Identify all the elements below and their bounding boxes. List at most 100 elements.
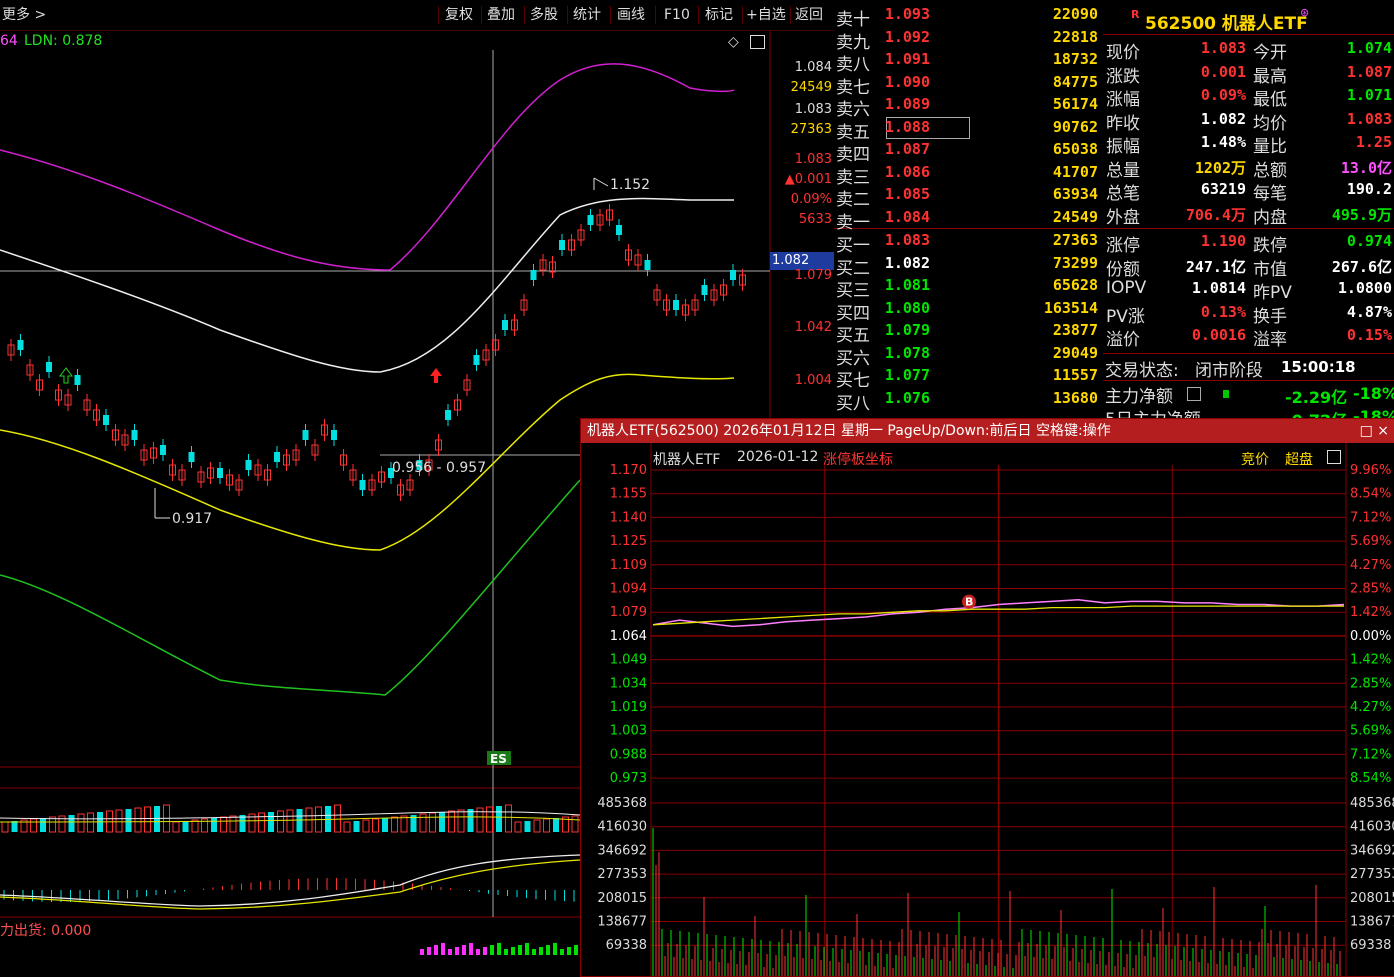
volume-bar	[543, 818, 550, 833]
toolbar-button-draw[interactable]: 画线	[617, 5, 645, 25]
trade-status-value: 闭市阶段	[1195, 361, 1263, 381]
svg-text:ES: ES	[490, 752, 507, 766]
volume-bar	[77, 813, 85, 833]
ask-label: 卖六	[836, 100, 870, 120]
volume-bar	[533, 819, 541, 833]
ask-price: 1.084	[884, 207, 930, 226]
toolbar-button-stats[interactable]: 统计	[573, 5, 601, 25]
buy-arrow-icon	[430, 368, 442, 383]
volume-bar	[115, 809, 123, 833]
volume-bar	[467, 809, 474, 832]
more-menu-button[interactable]: 更多 >	[2, 5, 46, 25]
intraday-chart-svg[interactable]: 1.170 1.155 1.140 1.125 1.109 1.094 1.079 1.064…	[581, 443, 1394, 976]
ask-row[interactable]: 卖五 1.088 90762	[834, 117, 1102, 143]
axis-bid-price: 1.083	[794, 102, 832, 117]
diamond-icon[interactable]: ◇	[728, 34, 739, 50]
bid-label: 买五	[836, 326, 870, 346]
toolbar-button-mark[interactable]: 标记	[705, 5, 733, 25]
bid-row[interactable]: 买四 1.080 163514	[834, 299, 1102, 324]
candle-body	[74, 375, 81, 385]
ask-row[interactable]: 卖八 1.091 18732	[834, 50, 1102, 75]
volume-axis-label: 138677	[597, 915, 647, 930]
bid-row[interactable]: 买八 1.076 13680	[834, 389, 1102, 414]
quote-value: 1.087	[1346, 62, 1392, 81]
ask-row[interactable]: 卖七 1.090 84775	[834, 72, 1102, 98]
candle-body	[245, 460, 252, 470]
quote-row: 总笔 63219 每笔 190.2	[1103, 179, 1394, 204]
quote-row: 涨停 1.190 跌停 0.974	[1103, 231, 1394, 256]
ask-row[interactable]: 卖三 1.086 41707	[834, 162, 1102, 188]
panel-toggle-icon[interactable]	[750, 35, 765, 49]
volume-bar	[40, 818, 46, 832]
quote-label: 昨收	[1106, 113, 1140, 134]
pct-axis-label: 4.27%	[1350, 558, 1391, 573]
quote-label: 溢价	[1106, 330, 1140, 350]
ask-label: 卖九	[836, 32, 870, 53]
popup-panel-icon[interactable]	[1327, 450, 1341, 464]
super-button[interactable]: 超盘	[1285, 449, 1313, 469]
candle-body	[302, 430, 309, 440]
quote-label: 份额	[1106, 259, 1140, 280]
candle-body	[701, 285, 708, 295]
intraday-popup-window[interactable]: 机器人ETF(562500) 2026年01月12日 星期一 PageUp/Do…	[580, 418, 1394, 977]
candle-body	[559, 240, 565, 250]
quote-value: 13.0亿	[1340, 158, 1392, 177]
ask-volume: 84775	[1052, 72, 1098, 91]
ask-price: 1.088	[884, 117, 930, 136]
popup-titlebar[interactable]: 机器人ETF(562500) 2026年01月12日 星期一 PageUp/Do…	[581, 419, 1394, 443]
ask-row[interactable]: 卖九 1.092 22818	[834, 27, 1102, 53]
quote-value: 1202万	[1194, 158, 1246, 177]
ask-price: 1.086	[884, 162, 930, 181]
volume-bar	[372, 818, 379, 833]
main-flow-pct: -18%	[1353, 384, 1394, 403]
ask-row[interactable]: 卖四 1.087 65038	[834, 140, 1102, 165]
ask-volume: 22818	[1052, 27, 1098, 46]
indicator-bar	[546, 945, 550, 955]
candle-body	[673, 300, 679, 310]
quote-value: 495.9万	[1331, 205, 1392, 224]
ask-row[interactable]: 卖一 1.084 24549	[834, 207, 1102, 233]
volume-bar	[87, 812, 94, 833]
quote-label: 今开	[1253, 43, 1287, 63]
quote-row: 振幅 1.48% 量比 1.25	[1103, 132, 1394, 157]
popup-title: 机器人ETF(562500) 2026年01月12日 星期一 PageUp/Do…	[587, 423, 1111, 439]
bid-row[interactable]: 买五 1.079 23877	[834, 321, 1102, 346]
ask-label: 卖五	[836, 122, 870, 143]
bid-row[interactable]: 买一 1.083 27363	[834, 231, 1102, 256]
bid-row[interactable]: 买三 1.081 65628	[834, 276, 1102, 301]
bid-label: 买一	[836, 236, 870, 256]
ask-row[interactable]: 卖六 1.089 56174	[834, 95, 1102, 120]
pct-axis-label: 9.96%	[1350, 463, 1391, 478]
bottom-indicator-label: 力出货: 0.000	[0, 923, 92, 939]
price-axis-label: 1.140	[610, 510, 647, 525]
quote-value: 0.0016	[1191, 326, 1246, 344]
indicator-bar	[455, 947, 459, 955]
candle-body	[587, 215, 594, 225]
volume-bar	[220, 816, 227, 833]
bid-row[interactable]: 买二 1.082 73299	[834, 254, 1102, 279]
bid-volume: 29049	[1052, 343, 1098, 362]
bid-row[interactable]: 买七 1.077 11557	[834, 366, 1102, 391]
toolbar-button-f10[interactable]: F10	[664, 5, 690, 25]
popup-close-button[interactable]: □ ×	[1360, 419, 1389, 443]
toolbar-button-overlay[interactable]: 叠加	[487, 5, 515, 25]
quote-row: 外盘 706.4万 内盘 495.9万	[1103, 203, 1394, 228]
toolbar-button-watchlist[interactable]: +自选	[746, 5, 786, 25]
toolbar-button-multi[interactable]: 多股	[530, 5, 558, 25]
pct-axis-label: 2.85%	[1350, 582, 1391, 597]
toolbar-button-back[interactable]: 返回	[795, 5, 823, 25]
indicator-bar	[469, 943, 473, 955]
volume-axis-label-right: 208015	[1350, 891, 1394, 906]
candle-body	[730, 270, 736, 280]
flow-chart-icon[interactable]	[1187, 387, 1201, 401]
bid-row[interactable]: 买六 1.078 29049	[834, 343, 1102, 369]
axis-change-pct: 0.09%	[790, 192, 832, 207]
bid-volume: 23877	[1052, 321, 1098, 339]
toolbar-button-fuquan[interactable]: 复权	[445, 5, 473, 25]
pct-axis-label: 7.12%	[1350, 747, 1391, 762]
bid-price: 1.083	[884, 231, 930, 249]
ask-row[interactable]: 卖二 1.085 63934	[834, 185, 1102, 210]
axis-label-1004: 1.004	[794, 373, 832, 388]
auction-button[interactable]: 竞价	[1241, 449, 1269, 469]
ask-row[interactable]: 卖十 1.093 22090	[834, 5, 1102, 30]
